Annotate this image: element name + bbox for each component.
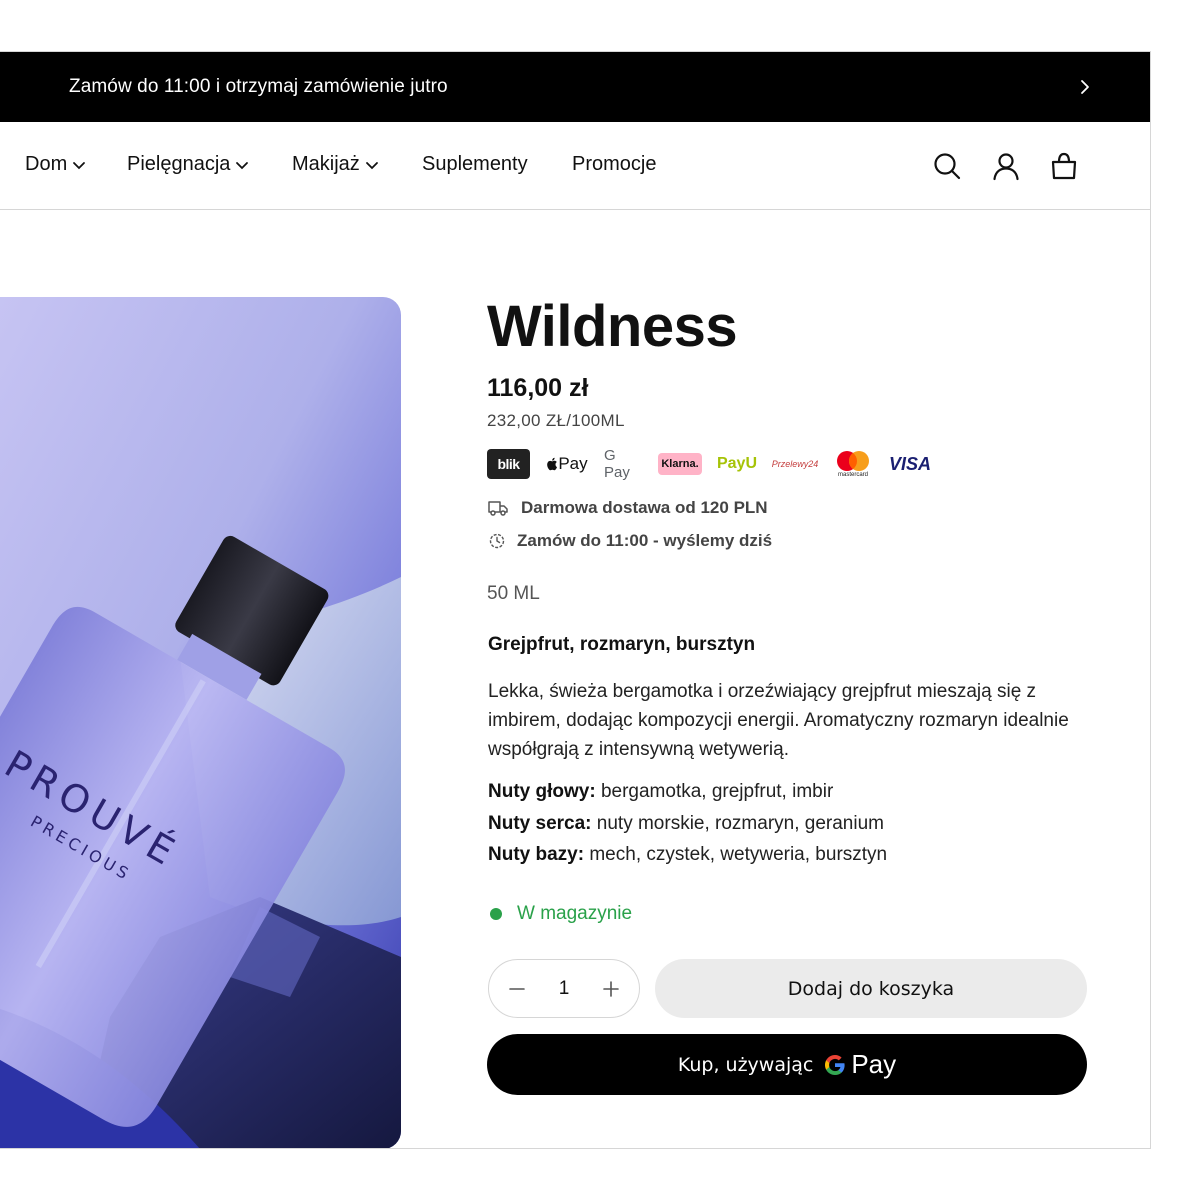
google-pay-logo: Pay xyxy=(823,1049,896,1080)
dispatch-info: Zamów do 11:00 - wyślemy dziś xyxy=(487,531,772,551)
chevron-down-icon xyxy=(365,161,378,169)
nav-item-label: Pielęgnacja xyxy=(127,153,231,175)
announcement-bar: Zamów do 11:00 i otrzymaj zamówienie jut… xyxy=(0,52,1150,122)
nav-item-label: Makijaż xyxy=(292,153,360,175)
main-navigation: Dom Pielęgnacja Makijaż Suplementy Promo… xyxy=(0,122,1150,210)
base-notes-value: mech, czystek, wetyweria, bursztyn xyxy=(584,844,888,865)
head-notes-label: Nuty głowy: xyxy=(488,781,596,802)
mastercard-icon: mastercard xyxy=(832,450,874,478)
chevron-down-icon xyxy=(73,161,86,169)
clock-icon xyxy=(489,533,505,549)
delivery-truck-icon xyxy=(488,501,508,516)
google-pay-word: Pay xyxy=(851,1049,897,1079)
product-volume: 50 ML xyxy=(487,583,540,604)
nav-item-suplementy[interactable]: Suplementy xyxy=(422,153,528,176)
mastercard-label: mastercard xyxy=(837,472,868,478)
unit-price: 232,00 ZŁ/100ML xyxy=(487,411,625,430)
minus-icon[interactable] xyxy=(507,979,527,999)
product-title: Wildness xyxy=(487,294,738,359)
apple-logo-icon xyxy=(547,457,558,471)
nav-item-dom[interactable]: Dom xyxy=(25,153,86,176)
stock-status: W magazynie xyxy=(490,903,632,925)
heart-notes-value: nuty morskie, rozmaryn, geranium xyxy=(591,813,884,834)
perfume-bottle-illustration: PROUVÉ PRECIOUS ness xyxy=(0,297,401,1148)
plus-icon[interactable] xyxy=(601,979,621,999)
stock-text: W magazynie xyxy=(517,903,633,924)
product-description: Lekka, świeża bergamotka i orzeźwiający … xyxy=(488,681,1069,760)
nav-item-label: Dom xyxy=(25,153,68,175)
mastercard-circles-icon xyxy=(837,451,869,471)
apple-pay-icon: Pay xyxy=(544,450,590,478)
base-notes: Nuty bazy: mech, czystek, wetyweria, bur… xyxy=(488,844,887,866)
shipping-info: Darmowa dostawa od 120 PLN xyxy=(487,498,768,518)
blik-icon: blik xyxy=(487,449,530,479)
cart-icon[interactable] xyxy=(1049,151,1079,181)
stock-dot-icon xyxy=(490,908,502,920)
payment-methods: blik Pay G Pay Klarna. PayU Przelewy24 m… xyxy=(487,447,932,481)
nav-item-label: Promocje xyxy=(572,153,657,175)
nav-item-label: Suplementy xyxy=(422,153,528,175)
add-to-cart-button[interactable]: Dodaj do koszyka xyxy=(655,959,1087,1018)
announcement-text: Zamów do 11:00 i otrzymaj zamówienie jut… xyxy=(69,76,448,97)
head-notes-value: bergamotka, grejpfrut, imbir xyxy=(595,781,834,802)
account-icon[interactable] xyxy=(991,151,1021,181)
google-g-icon xyxy=(825,1054,845,1075)
quantity-stepper: 1 xyxy=(488,959,640,1018)
przelewy24-icon: Przelewy24 xyxy=(771,459,819,469)
shipping-text: Darmowa dostawa od 120 PLN xyxy=(521,498,768,517)
payu-icon: PayU xyxy=(716,455,758,472)
chevron-down-icon xyxy=(236,161,249,169)
google-pay-button[interactable]: Kup, używając Pay xyxy=(487,1034,1087,1095)
apple-pay-label: Pay xyxy=(558,454,588,473)
google-pay-icon: G Pay xyxy=(604,447,630,481)
nav-item-makijaz[interactable]: Makijaż xyxy=(292,153,379,176)
quantity-value[interactable]: 1 xyxy=(559,978,570,1000)
nav-item-pielegnacja[interactable]: Pielęgnacja xyxy=(127,153,249,176)
dispatch-text: Zamów do 11:00 - wyślemy dziś xyxy=(517,531,773,550)
product-image: PROUVÉ PRECIOUS ness xyxy=(0,297,401,1148)
notes-title: Grejpfrut, rozmaryn, bursztyn xyxy=(488,634,756,655)
base-notes-label: Nuty bazy: xyxy=(488,844,585,865)
heart-notes-label: Nuty serca: xyxy=(488,813,592,834)
heart-notes: Nuty serca: nuty morskie, rozmaryn, gera… xyxy=(488,813,884,835)
visa-icon: VISA xyxy=(888,453,931,474)
google-pay-button-label: Kup, używając xyxy=(677,1053,814,1076)
klarna-icon: Klarna. xyxy=(658,453,702,475)
page-frame: Zamów do 11:00 i otrzymaj zamówienie jut… xyxy=(0,51,1151,1149)
search-icon[interactable] xyxy=(932,151,962,181)
nav-item-promocje[interactable]: Promocje xyxy=(572,153,656,176)
chevron-right-icon[interactable] xyxy=(1076,78,1094,96)
product-price: 116,00 zł xyxy=(487,374,589,402)
head-notes: Nuty głowy: bergamotka, grejpfrut, imbir xyxy=(488,781,833,803)
